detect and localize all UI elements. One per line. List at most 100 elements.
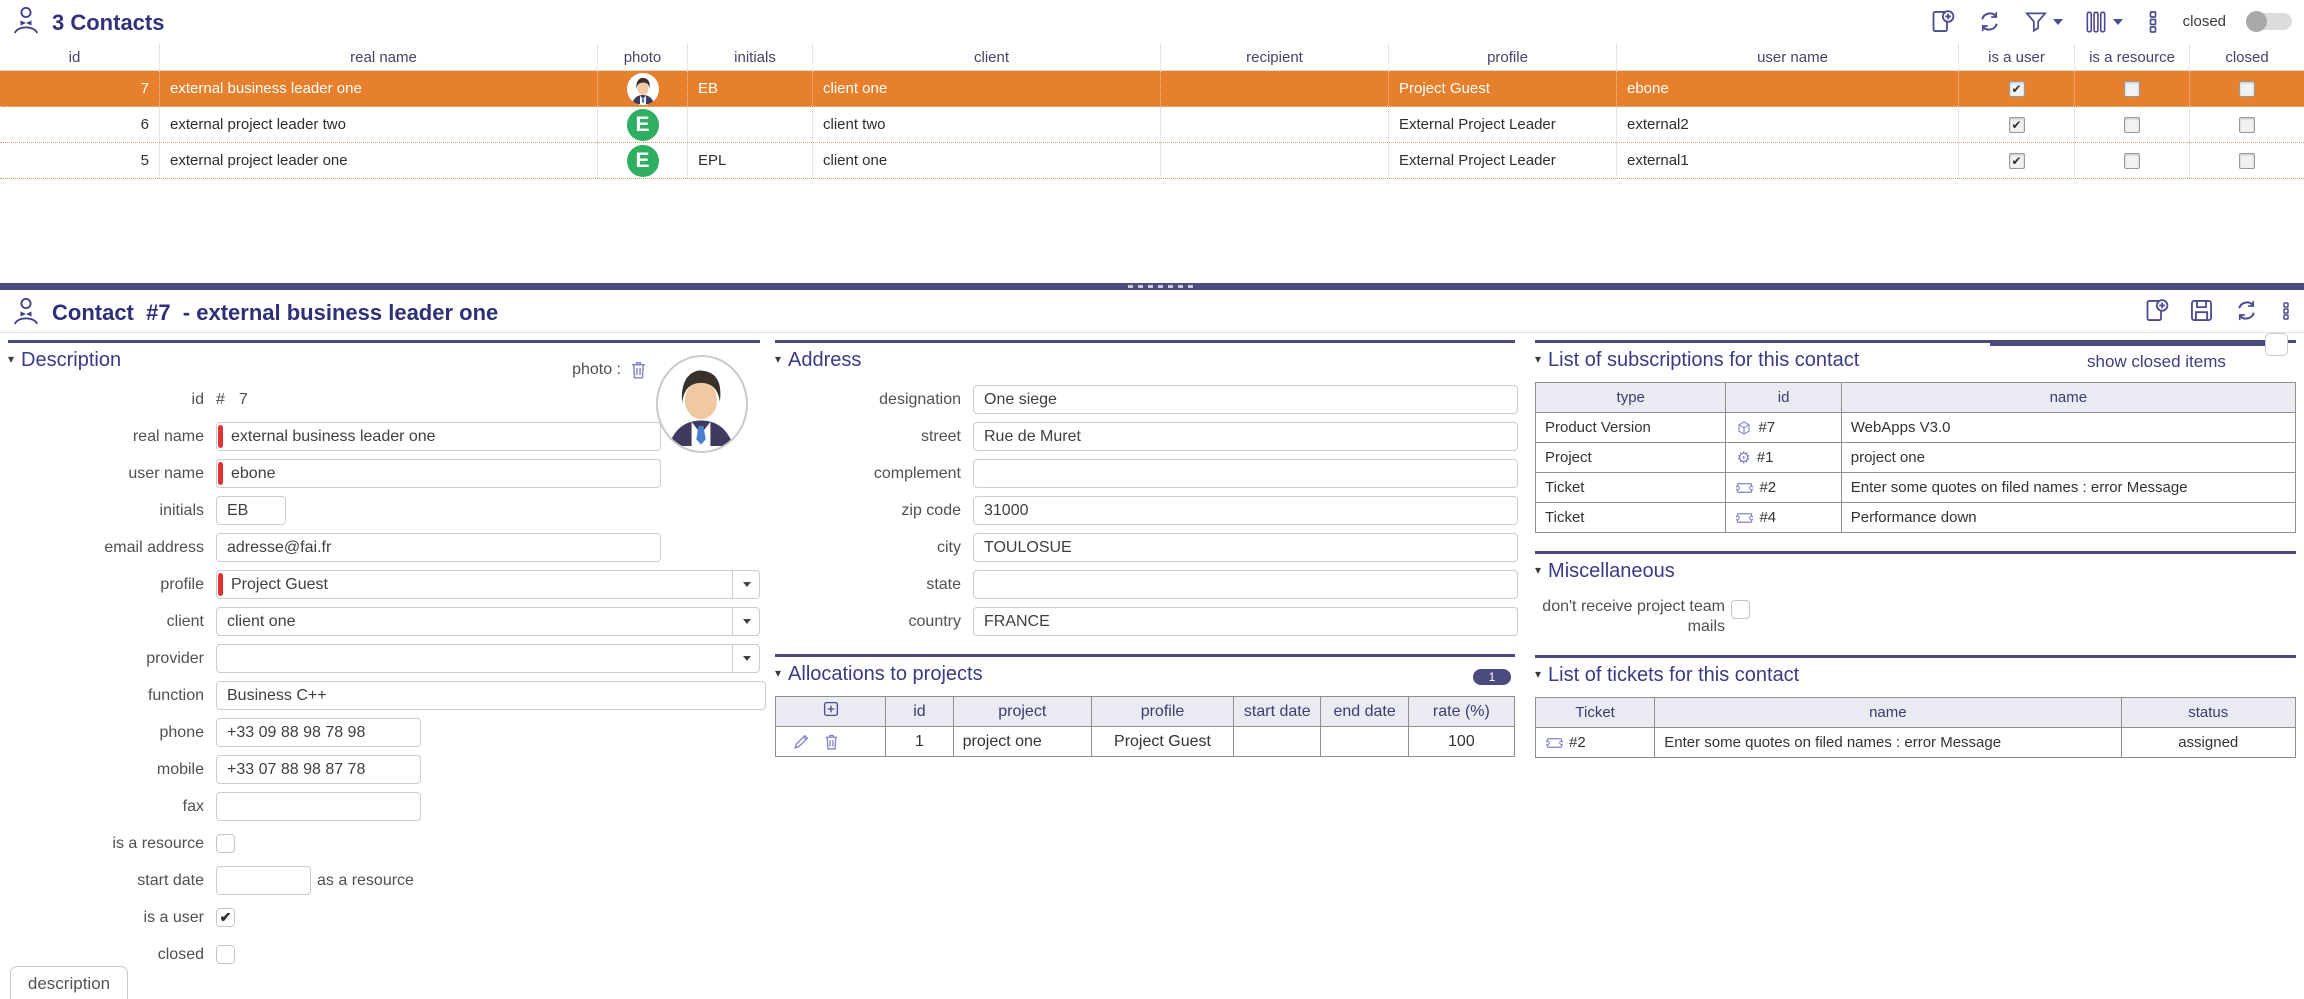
trash-icon[interactable]	[629, 359, 648, 380]
menu-icon[interactable]	[2278, 299, 2294, 323]
alloc-project: project one	[953, 727, 1091, 757]
chevron-down-icon[interactable]	[732, 645, 760, 672]
page-title: 3 Contacts	[52, 10, 164, 36]
table-row[interactable]: 5 external project leader one E EPL clie…	[0, 143, 2304, 179]
is-a-resource-checkbox[interactable]	[2124, 153, 2140, 169]
section-title[interactable]: ▾Address	[775, 349, 1515, 372]
is-a-user-checkbox[interactable]	[2009, 117, 2025, 133]
ticket-name: Enter some quotes on filed names : error…	[1655, 728, 2121, 758]
closed-checkbox[interactable]	[216, 945, 235, 964]
cell-client: client one	[813, 143, 1161, 178]
fax-label: fax	[8, 797, 216, 816]
cell-client: client one	[813, 71, 1161, 106]
add-row-button[interactable]	[822, 700, 840, 718]
refresh-icon[interactable]	[2233, 297, 2260, 324]
id-value: 7	[239, 391, 248, 409]
subs-col-id: id	[1726, 383, 1841, 413]
cell-user-name: external1	[1617, 143, 1959, 178]
is-a-user-checkbox[interactable]	[2009, 81, 2025, 97]
email-label: email address	[8, 538, 216, 557]
closed-checkbox[interactable]	[2239, 153, 2255, 169]
real-name-field[interactable]	[216, 422, 661, 451]
subs-type: Project	[1536, 443, 1726, 473]
filter-icon[interactable]	[2023, 9, 2063, 35]
col-header-real-name[interactable]: real name	[160, 44, 598, 70]
tab-description[interactable]: description	[10, 966, 128, 999]
cell-user-name: external2	[1617, 107, 1959, 142]
col-header-client[interactable]: client	[813, 44, 1161, 70]
chevron-down-icon[interactable]	[732, 571, 760, 598]
add-icon[interactable]	[1929, 8, 1956, 35]
col-header-profile[interactable]: profile	[1389, 44, 1617, 70]
provider-select[interactable]	[216, 644, 760, 673]
phone-field[interactable]	[216, 718, 421, 747]
is-a-resource-checkbox[interactable]	[2124, 81, 2140, 97]
trash-icon[interactable]	[823, 732, 840, 751]
fax-field[interactable]	[216, 792, 421, 821]
chevron-down-icon[interactable]	[732, 608, 760, 635]
menu-icon[interactable]	[2143, 9, 2163, 35]
street-field[interactable]	[973, 422, 1518, 451]
client-select[interactable]	[216, 607, 760, 636]
cell-real-name: external project leader two	[160, 107, 598, 142]
panel-splitter[interactable]	[0, 283, 2304, 290]
cell-initials	[688, 107, 813, 142]
zip-code-field[interactable]	[973, 496, 1518, 525]
contacts-table: id real name photo initials client recip…	[0, 44, 2304, 179]
provider-label: provider	[8, 649, 216, 668]
col-header-initials[interactable]: initials	[688, 44, 813, 70]
cell-recipient	[1161, 71, 1389, 106]
profile-select[interactable]	[216, 570, 760, 599]
show-closed-checkbox[interactable]	[2265, 333, 2288, 356]
table-row[interactable]: 7 external business leader one EB client…	[0, 71, 2304, 107]
closed-checkbox[interactable]	[2239, 81, 2255, 97]
alloc-profile: Project Guest	[1091, 727, 1233, 757]
edit-pencil-icon[interactable]	[792, 732, 811, 751]
user-name-field[interactable]	[216, 459, 661, 488]
initials-label: initials	[8, 501, 216, 520]
collapse-caret-icon: ▾	[1535, 352, 1541, 366]
complement-field[interactable]	[973, 459, 1518, 488]
initials-field[interactable]	[216, 496, 286, 525]
closed-checkbox[interactable]	[2239, 117, 2255, 133]
email-field[interactable]	[216, 533, 661, 562]
col-header-recipient[interactable]: recipient	[1161, 44, 1389, 70]
start-date-field[interactable]	[216, 866, 311, 895]
dont-receive-mails-checkbox[interactable]	[1731, 600, 1750, 619]
save-icon[interactable]	[2188, 297, 2215, 324]
state-field[interactable]	[973, 570, 1518, 599]
col-header-closed[interactable]: closed	[2190, 44, 2304, 70]
col-header-id[interactable]: id	[0, 44, 160, 70]
columns-icon[interactable]	[2083, 9, 2123, 35]
col-header-photo[interactable]: photo	[598, 44, 688, 70]
mobile-label: mobile	[8, 760, 216, 779]
show-closed-label[interactable]: show closed items	[2087, 352, 2226, 372]
divider	[1990, 340, 2272, 346]
function-field[interactable]	[216, 681, 766, 710]
subs-id: #2	[1759, 479, 1776, 496]
is-a-resource-checkbox[interactable]	[2124, 117, 2140, 133]
country-field[interactable]	[973, 607, 1518, 636]
collapse-caret-icon: ▾	[1535, 563, 1541, 577]
col-header-is-a-user[interactable]: is a user	[1959, 44, 2075, 70]
refresh-icon[interactable]	[1976, 8, 2003, 35]
add-icon[interactable]	[2143, 297, 2170, 324]
is-a-user-checkbox[interactable]	[216, 908, 235, 927]
right-column: show closed items ▾List of subscriptions…	[1535, 340, 2296, 758]
is-a-resource-checkbox[interactable]	[216, 834, 235, 853]
city-field[interactable]	[973, 533, 1518, 562]
closed-toggle[interactable]	[2246, 13, 2292, 30]
col-header-user-name[interactable]: user name	[1617, 44, 1959, 70]
contact-photo[interactable]	[656, 355, 748, 453]
alloc-start-date	[1234, 727, 1321, 757]
section-title[interactable]: ▾Allocations to projects	[775, 663, 1515, 686]
table-row[interactable]: 6 external project leader two E client t…	[0, 107, 2304, 143]
is-a-user-checkbox[interactable]	[2009, 153, 2025, 169]
designation-field[interactable]	[973, 385, 1518, 414]
section-title[interactable]: ▾Miscellaneous	[1535, 560, 2296, 583]
section-title[interactable]: ▾List of tickets for this contact	[1535, 664, 2296, 687]
col-header-is-a-resource[interactable]: is a resource	[2075, 44, 2190, 70]
mobile-field[interactable]	[216, 755, 421, 784]
client-label: client	[8, 612, 216, 631]
photo-label: photo :	[572, 361, 621, 379]
